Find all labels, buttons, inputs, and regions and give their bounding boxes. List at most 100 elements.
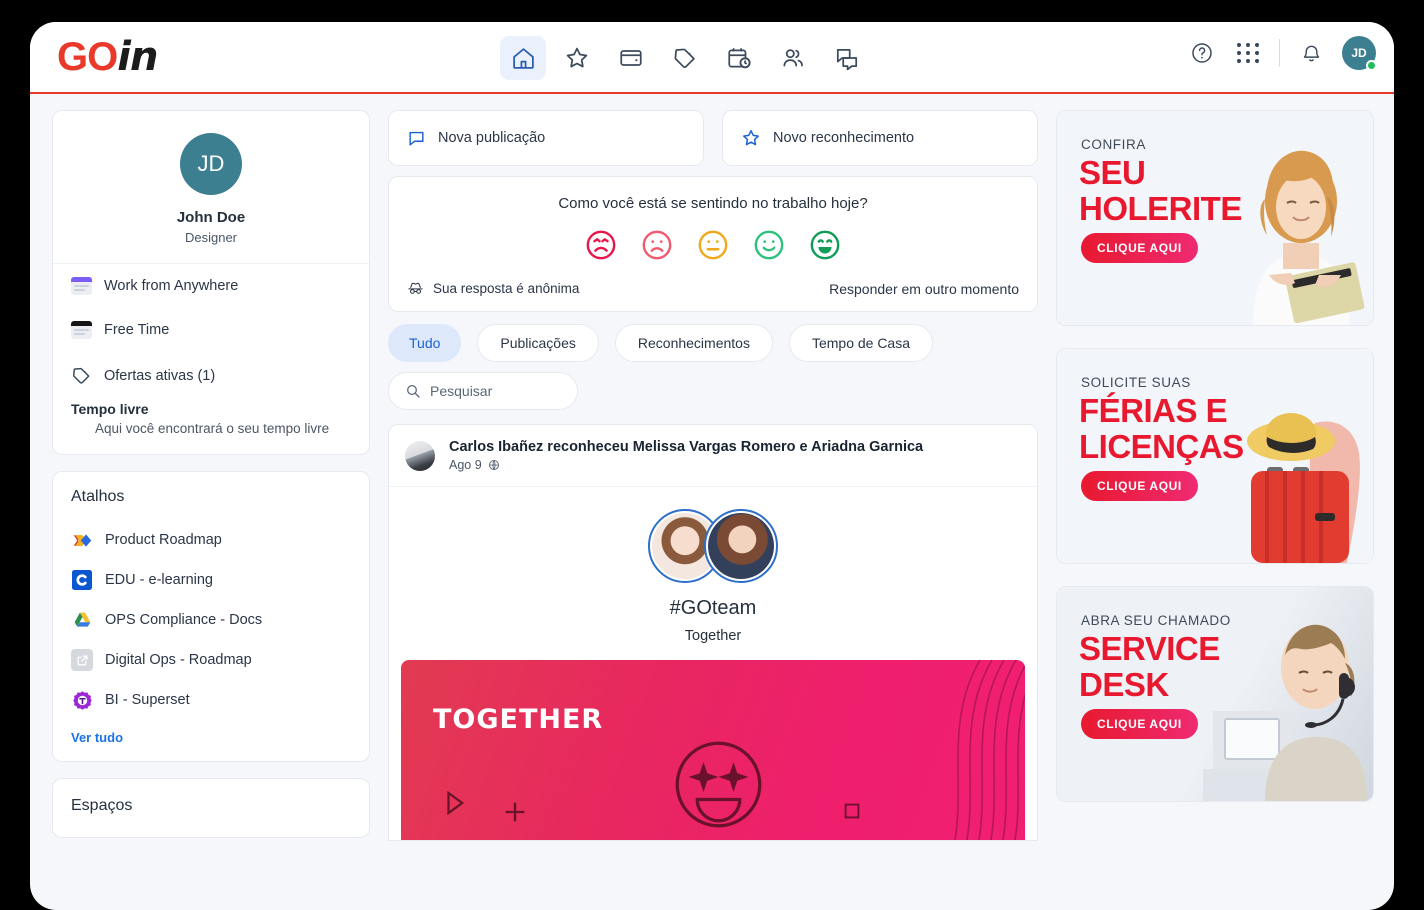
tempo-livre-title: Tempo livre <box>71 401 149 417</box>
nav-recognition[interactable] <box>554 36 600 80</box>
mood-options <box>407 228 1019 262</box>
status-free-time[interactable]: Free Time <box>53 308 369 352</box>
status-work-from-anywhere[interactable]: Work from Anywhere <box>53 264 369 308</box>
post-author-line: Carlos Ibañez reconheceu Melissa Vargas … <box>449 439 924 455</box>
shortcut-label: EDU - e-learning <box>105 572 213 588</box>
status-label: Free Time <box>104 322 170 338</box>
ad-service-desk-cta[interactable]: CLIQUE AQUI <box>1081 709 1198 739</box>
incognito-icon <box>408 282 423 294</box>
shortcut-digital-ops-roadmap[interactable]: Digital Ops - Roadmap <box>71 640 351 680</box>
recognition-subtitle: Together <box>684 628 742 644</box>
left-sidebar: JD John Doe Designer Work from Anywhere … <box>52 110 370 910</box>
mood-survey-card: Como você está se sentindo no trabalho h… <box>388 176 1038 312</box>
star-nav-icon <box>566 47 588 68</box>
post-meta: Ago 9 <box>449 458 923 472</box>
shortcut-product-roadmap[interactable]: Product Roadmap <box>71 520 351 560</box>
ad-service-desk-line2: DESK <box>1079 666 1169 703</box>
new-recognition-button[interactable]: Novo reconhecimento <box>722 110 1038 166</box>
ad-ferias-headline: FÉRIAS E LICENÇAS <box>1079 393 1244 465</box>
calendar-clock-nav-icon <box>728 48 751 69</box>
mood-neutral-icon[interactable] <box>696 228 730 262</box>
post-author-avatar[interactable] <box>405 440 435 471</box>
notifications-button[interactable] <box>1296 38 1326 68</box>
profile-name: John Doe <box>176 209 246 226</box>
recognition-hashtag: #GOteam <box>669 597 757 619</box>
ad-ferias-inner: SOLICITE SUAS FÉRIAS E LICENÇAS CLIQUE A… <box>1057 349 1373 563</box>
mood-very-happy-icon[interactable] <box>808 228 842 262</box>
ad-service-desk[interactable]: ABRA SEU CHAMADO SERVICE DESK CLIQUE AQU… <box>1056 586 1374 802</box>
nav-calendar[interactable] <box>716 36 762 80</box>
status-active-offers[interactable]: Ofertas ativas (1) <box>53 352 369 399</box>
filter-reconhecimentos[interactable]: Reconhecimentos <box>614 324 773 362</box>
filter-tudo[interactable]: Tudo <box>388 324 462 362</box>
nav-wallet[interactable] <box>608 36 654 80</box>
shortcuts-see-all-link[interactable]: Ver tudo <box>71 730 123 745</box>
goin-logo[interactable]: GOin <box>57 34 158 80</box>
nav-home[interactable] <box>500 36 546 80</box>
post-banner-title: TOGETHER <box>433 704 604 735</box>
mood-very-sad-icon[interactable] <box>584 228 618 262</box>
spaces-title: Espaços <box>71 797 133 814</box>
ad-holerite-cta[interactable]: CLIQUE AQUI <box>1081 233 1198 263</box>
user-avatar-initials: JD <box>1351 46 1367 60</box>
woman-with-tablet-illustration <box>1253 150 1365 325</box>
post-date: Ago 9 <box>449 458 482 472</box>
avatar[interactable] <box>704 509 778 583</box>
filter-publicacoes[interactable]: Publicações <box>477 324 599 362</box>
ad-service-desk-headline: SERVICE DESK <box>1079 631 1220 703</box>
post-header: Carlos Ibañez reconheceu Melissa Vargas … <box>389 425 1037 487</box>
shortcut-bi-superset[interactable]: BI - Superset <box>71 680 351 720</box>
search-input[interactable] <box>430 383 560 399</box>
recognized-people-avatars <box>389 509 1037 583</box>
help-button[interactable] <box>1187 38 1217 68</box>
shortcuts-card: Atalhos Product Roadmap EDU - e-learning… <box>52 471 370 762</box>
smiley-star-eyes-icon <box>675 741 762 828</box>
mood-happy-icon[interactable] <box>752 228 786 262</box>
filter-tempo-de-casa[interactable]: Tempo de Casa <box>788 324 934 362</box>
post-banner-image[interactable]: TOGETHER <box>401 660 1025 840</box>
bell-icon <box>1303 45 1319 61</box>
shortcut-edu-elearning[interactable]: EDU - e-learning <box>71 560 351 600</box>
triangle-decoration-icon <box>447 790 465 816</box>
apps-button[interactable] <box>1233 38 1263 68</box>
composer-row: Nova publicação Novo reconhecimento <box>388 110 1038 166</box>
google-drive-icon <box>71 609 93 631</box>
shortcuts-title: Atalhos <box>71 488 125 505</box>
ad-ferias-line2: LICENÇAS <box>1079 428 1244 465</box>
nav-chat[interactable] <box>824 36 870 80</box>
star-icon <box>743 130 759 146</box>
app-header: GOin JD <box>30 22 1394 94</box>
profile-avatar[interactable]: JD <box>180 133 242 195</box>
logo-in: in <box>117 34 158 80</box>
new-post-button[interactable]: Nova publicação <box>388 110 704 166</box>
ad-holerite[interactable]: CONFIRA SEU HOLERITE CLIQUE AQUI <box>1056 110 1374 326</box>
header-actions: JD <box>1187 36 1377 71</box>
right-sidebar-ads: CONFIRA SEU HOLERITE CLIQUE AQUI SOLICIT… <box>1056 110 1374 910</box>
ad-ferias-licencas[interactable]: SOLICITE SUAS FÉRIAS E LICENÇAS CLIQUE A… <box>1056 348 1374 564</box>
shortcut-label: OPS Compliance - Docs <box>105 612 263 628</box>
anonymous-note: Sua resposta é anônima <box>407 280 579 297</box>
shortcut-ops-compliance-docs[interactable]: OPS Compliance - Docs <box>71 600 351 640</box>
nav-offers[interactable] <box>662 36 708 80</box>
aha-icon <box>71 529 93 551</box>
ad-holerite-headline: SEU HOLERITE <box>1079 155 1242 227</box>
header-divider <box>1279 39 1280 67</box>
tag-icon <box>73 367 90 384</box>
ad-ferias-cta[interactable]: CLIQUE AQUI <box>1081 471 1198 501</box>
logo-go: GO <box>57 35 118 79</box>
nav-people[interactable] <box>770 36 816 80</box>
status-label: Work from Anywhere <box>104 278 239 294</box>
page-content: JD John Doe Designer Work from Anywhere … <box>30 94 1394 910</box>
mood-sad-icon[interactable] <box>640 228 674 262</box>
ad-service-desk-line1: SERVICE <box>1079 630 1220 667</box>
user-avatar[interactable]: JD <box>1342 36 1377 71</box>
tempo-livre-subtitle: Aqui você encontrará o seu tempo livre <box>95 421 330 436</box>
search-box[interactable] <box>388 372 578 410</box>
ad-holerite-line2: HOLERITE <box>1079 190 1242 227</box>
recognition-body: #GOteam Together <box>389 487 1037 660</box>
answer-later-link[interactable]: Responder em outro momento <box>829 281 1019 297</box>
spaces-card: Espaços <box>52 778 370 838</box>
help-circle-icon <box>1192 43 1212 63</box>
globe-icon <box>488 459 499 471</box>
app-window: GOin JD JD John Doe Designer Work from A… <box>30 22 1394 910</box>
